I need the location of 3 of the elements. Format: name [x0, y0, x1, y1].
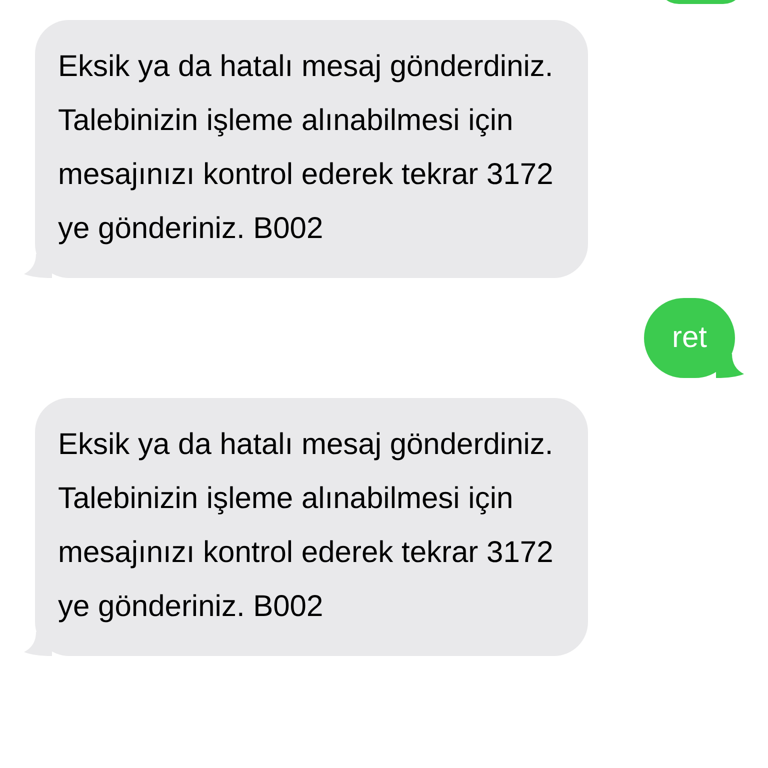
message-text: Eksik ya da hatalı mesaj gönderdiniz. Talebinizin işleme alınabilmesi için mesajınızı kontrol ederek tekrar 3172 ye gönderiniz. B002 [58, 49, 554, 247]
message-text: ret [672, 320, 707, 356]
message-text: Eksik ya da hatalı mesaj gönderdiniz. Talebinizin işleme alınabilmesi için mesajınızı kontrol ederek tekrar 3172 ye gönderiniz. B002 [58, 427, 554, 625]
